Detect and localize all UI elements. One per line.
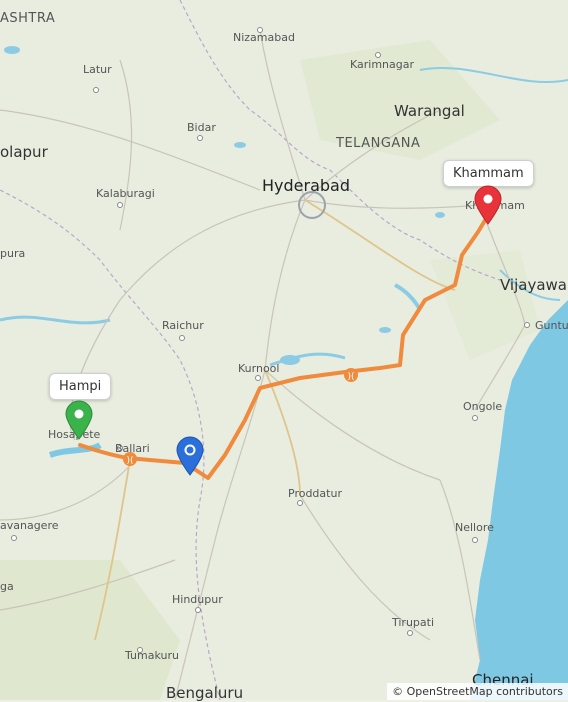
place-label-bengaluru: Bengaluru	[166, 684, 244, 702]
place-label-kurnool: Kurnool	[238, 362, 280, 375]
place-label-latur: Latur	[83, 63, 112, 76]
place-label-karimnagar: Karimnagar	[350, 58, 415, 71]
place-label-hyderabad: Hyderabad	[262, 176, 350, 195]
toll-icon: )(	[344, 368, 358, 382]
place-label-ongole: Ongole	[463, 400, 503, 413]
start-marker-label[interactable]: Hampi	[49, 373, 112, 400]
place-label-davanagere: avanagere	[0, 519, 59, 532]
place-label-bidar: Bidar	[187, 121, 216, 134]
place-label-ashtra: ASHTRA	[0, 11, 56, 26]
place-label-kalaburagi: Kalaburagi	[96, 187, 155, 200]
svg-text:)(: )(	[347, 372, 354, 382]
place-label-vijayawada: Vijayawa	[500, 276, 567, 294]
place-label-tumakuru: Tumakuru	[125, 649, 179, 662]
place-label-hindupur: Hindupur	[172, 593, 223, 606]
place-label-tirupati: Tirupati	[392, 616, 435, 629]
place-label-telangana: TELANGANA	[336, 136, 421, 151]
place-label-raichur: Raichur	[162, 319, 204, 332]
start-pin-icon[interactable]	[64, 400, 94, 440]
place-label-nizamabad: Nizamabad	[233, 31, 295, 44]
end-pin-icon[interactable]	[473, 185, 503, 225]
place-label-guntur: Guntu	[535, 319, 568, 332]
place-label-proddatur: Proddatur	[288, 487, 342, 500]
place-label-ga: ga	[0, 580, 14, 593]
map-canvas[interactable]: )( )(	[0, 0, 568, 700]
place-label-solapur: olapur	[0, 143, 48, 161]
place-label-nellore: Nellore	[455, 521, 494, 534]
place-label-pura: pura	[0, 247, 26, 260]
current-location-pin-icon[interactable]	[175, 436, 205, 476]
place-label-warangal: Warangal	[394, 102, 465, 120]
map-attribution[interactable]: © OpenStreetMap contributors	[387, 683, 568, 700]
svg-text:)(: )(	[126, 456, 133, 466]
end-marker-label[interactable]: Khammam	[443, 160, 534, 187]
place-label-ballari: Ballari	[115, 442, 150, 455]
